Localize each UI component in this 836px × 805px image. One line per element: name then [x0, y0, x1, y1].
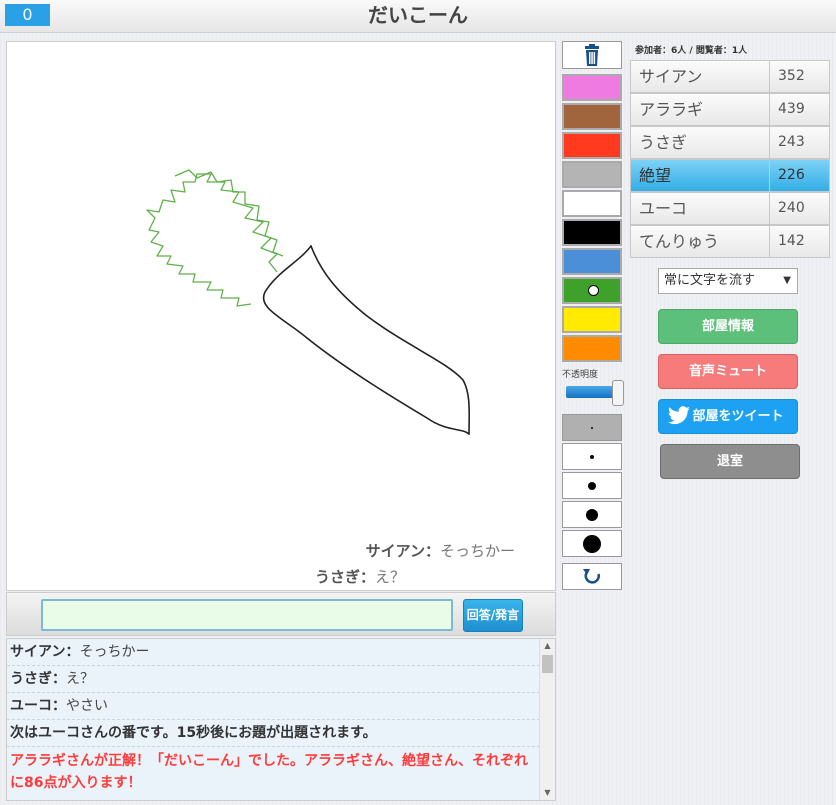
- trash-icon: [585, 44, 599, 66]
- score-row: アララギ 439: [630, 93, 830, 126]
- overlay-chat-line: サイアン：そっちかー: [365, 542, 515, 560]
- player-score: 243: [769, 127, 830, 158]
- player-name: てんりゅう: [639, 232, 720, 251]
- player-name: アララギ: [639, 100, 704, 119]
- log-line: うさぎ：え？: [7, 666, 555, 693]
- color-swatch[interactable]: [562, 74, 622, 101]
- brush-dot: [591, 426, 593, 429]
- room-info-button[interactable]: 部屋情報: [658, 309, 798, 344]
- chevron-down-icon: ▼: [783, 275, 791, 286]
- brush-dot: [583, 534, 601, 553]
- color-swatch[interactable]: [562, 248, 622, 275]
- participant-count: 参加者：6人 / 閲覧者：1人: [635, 46, 748, 56]
- brush-dot: [590, 454, 594, 459]
- overlay-chat-line: うさぎ：え？: [314, 568, 405, 586]
- undo-icon: [583, 569, 600, 584]
- brush-size-button[interactable]: [562, 414, 622, 441]
- chat-log[interactable]: サイアン：そっちかー うさぎ：え？ ユーコ：やさい 次はユーコさんの番です。15…: [6, 638, 556, 801]
- scroll-up-icon[interactable]: ▲: [540, 639, 555, 653]
- color-swatch[interactable]: [562, 103, 622, 130]
- selected-marker: [588, 285, 599, 296]
- submit-answer-button[interactable]: 回答/発言: [463, 599, 523, 632]
- clear-canvas-button[interactable]: [562, 41, 622, 69]
- mute-button[interactable]: 音声ミュート: [658, 354, 798, 389]
- player-name: うさぎ: [639, 133, 688, 152]
- leave-room-button[interactable]: 退室: [660, 444, 800, 479]
- score-row: てんりゅう 142: [630, 225, 830, 258]
- opacity-track: [566, 386, 616, 398]
- brush-dot: [588, 481, 596, 490]
- brush-dot: [586, 508, 598, 521]
- opacity-knob[interactable]: [612, 380, 624, 406]
- score-row: 絶望 226: [630, 159, 830, 192]
- tweet-room-label: 部屋をツイート: [692, 409, 784, 424]
- text-flow-selected: 常に文字を流す: [664, 273, 756, 288]
- color-swatch[interactable]: [562, 190, 622, 217]
- score-row: サイアン 352: [630, 60, 830, 93]
- player-score: 240: [769, 193, 830, 224]
- score-row: ユーコ 240: [630, 192, 830, 225]
- color-swatch[interactable]: [562, 161, 622, 188]
- log-scrollbar[interactable]: ▲ ▼: [539, 639, 555, 800]
- scroll-thumb[interactable]: [542, 655, 553, 673]
- answer-title: だいこーん: [368, 3, 468, 27]
- log-line: サイアン：そっちかー: [7, 639, 555, 666]
- correct-answer-message: アララギさんが正解！「だいこーん」でした。アララギさん、絶望さん、それぞれに86…: [10, 753, 528, 791]
- system-message: 次はユーコさんの番です。15秒後にお題が出題されます。: [7, 720, 555, 747]
- brush-size-button[interactable]: [562, 530, 622, 557]
- leaf-stroke: [146, 173, 278, 307]
- player-score: 226: [769, 160, 830, 191]
- scroll-down-icon[interactable]: ▼: [540, 786, 555, 800]
- player-score: 142: [769, 226, 830, 257]
- player-score: 439: [769, 94, 830, 125]
- player-name: 絶望: [639, 166, 672, 185]
- color-swatch[interactable]: [562, 306, 622, 333]
- opacity-label: 不透明度: [562, 370, 599, 380]
- score-row: うさぎ 243: [630, 126, 830, 159]
- text-flow-select[interactable]: 常に文字を流す ▼: [658, 268, 798, 294]
- brush-size-button[interactable]: [562, 472, 622, 499]
- brush-size-button[interactable]: [562, 443, 622, 470]
- color-swatch[interactable]: [562, 132, 622, 159]
- answer-input-row: 回答/発言: [6, 592, 556, 636]
- twitter-bird-icon: [667, 406, 690, 425]
- undo-button[interactable]: [562, 563, 622, 590]
- drawing: [146, 169, 471, 435]
- color-swatch[interactable]: [562, 335, 622, 362]
- answer-input[interactable]: [41, 599, 453, 631]
- daikon-stroke: [262, 245, 470, 435]
- opacity-slider[interactable]: [566, 380, 624, 406]
- player-name: ユーコ: [639, 199, 688, 218]
- color-swatch[interactable]: [562, 219, 622, 246]
- tweet-room-button[interactable]: 部屋をツイート: [658, 399, 798, 434]
- color-swatch[interactable]: [562, 277, 622, 304]
- drawing-canvas[interactable]: サイアン：そっちかー うさぎ：え？: [6, 41, 556, 591]
- brush-size-button[interactable]: [562, 501, 622, 528]
- daikon-stroke: [310, 245, 471, 435]
- top-bar: 0 だいこーん: [0, 0, 836, 33]
- player-name: サイアン: [639, 67, 703, 86]
- player-score: 352: [769, 61, 830, 92]
- log-line: ユーコ：やさい: [7, 693, 555, 720]
